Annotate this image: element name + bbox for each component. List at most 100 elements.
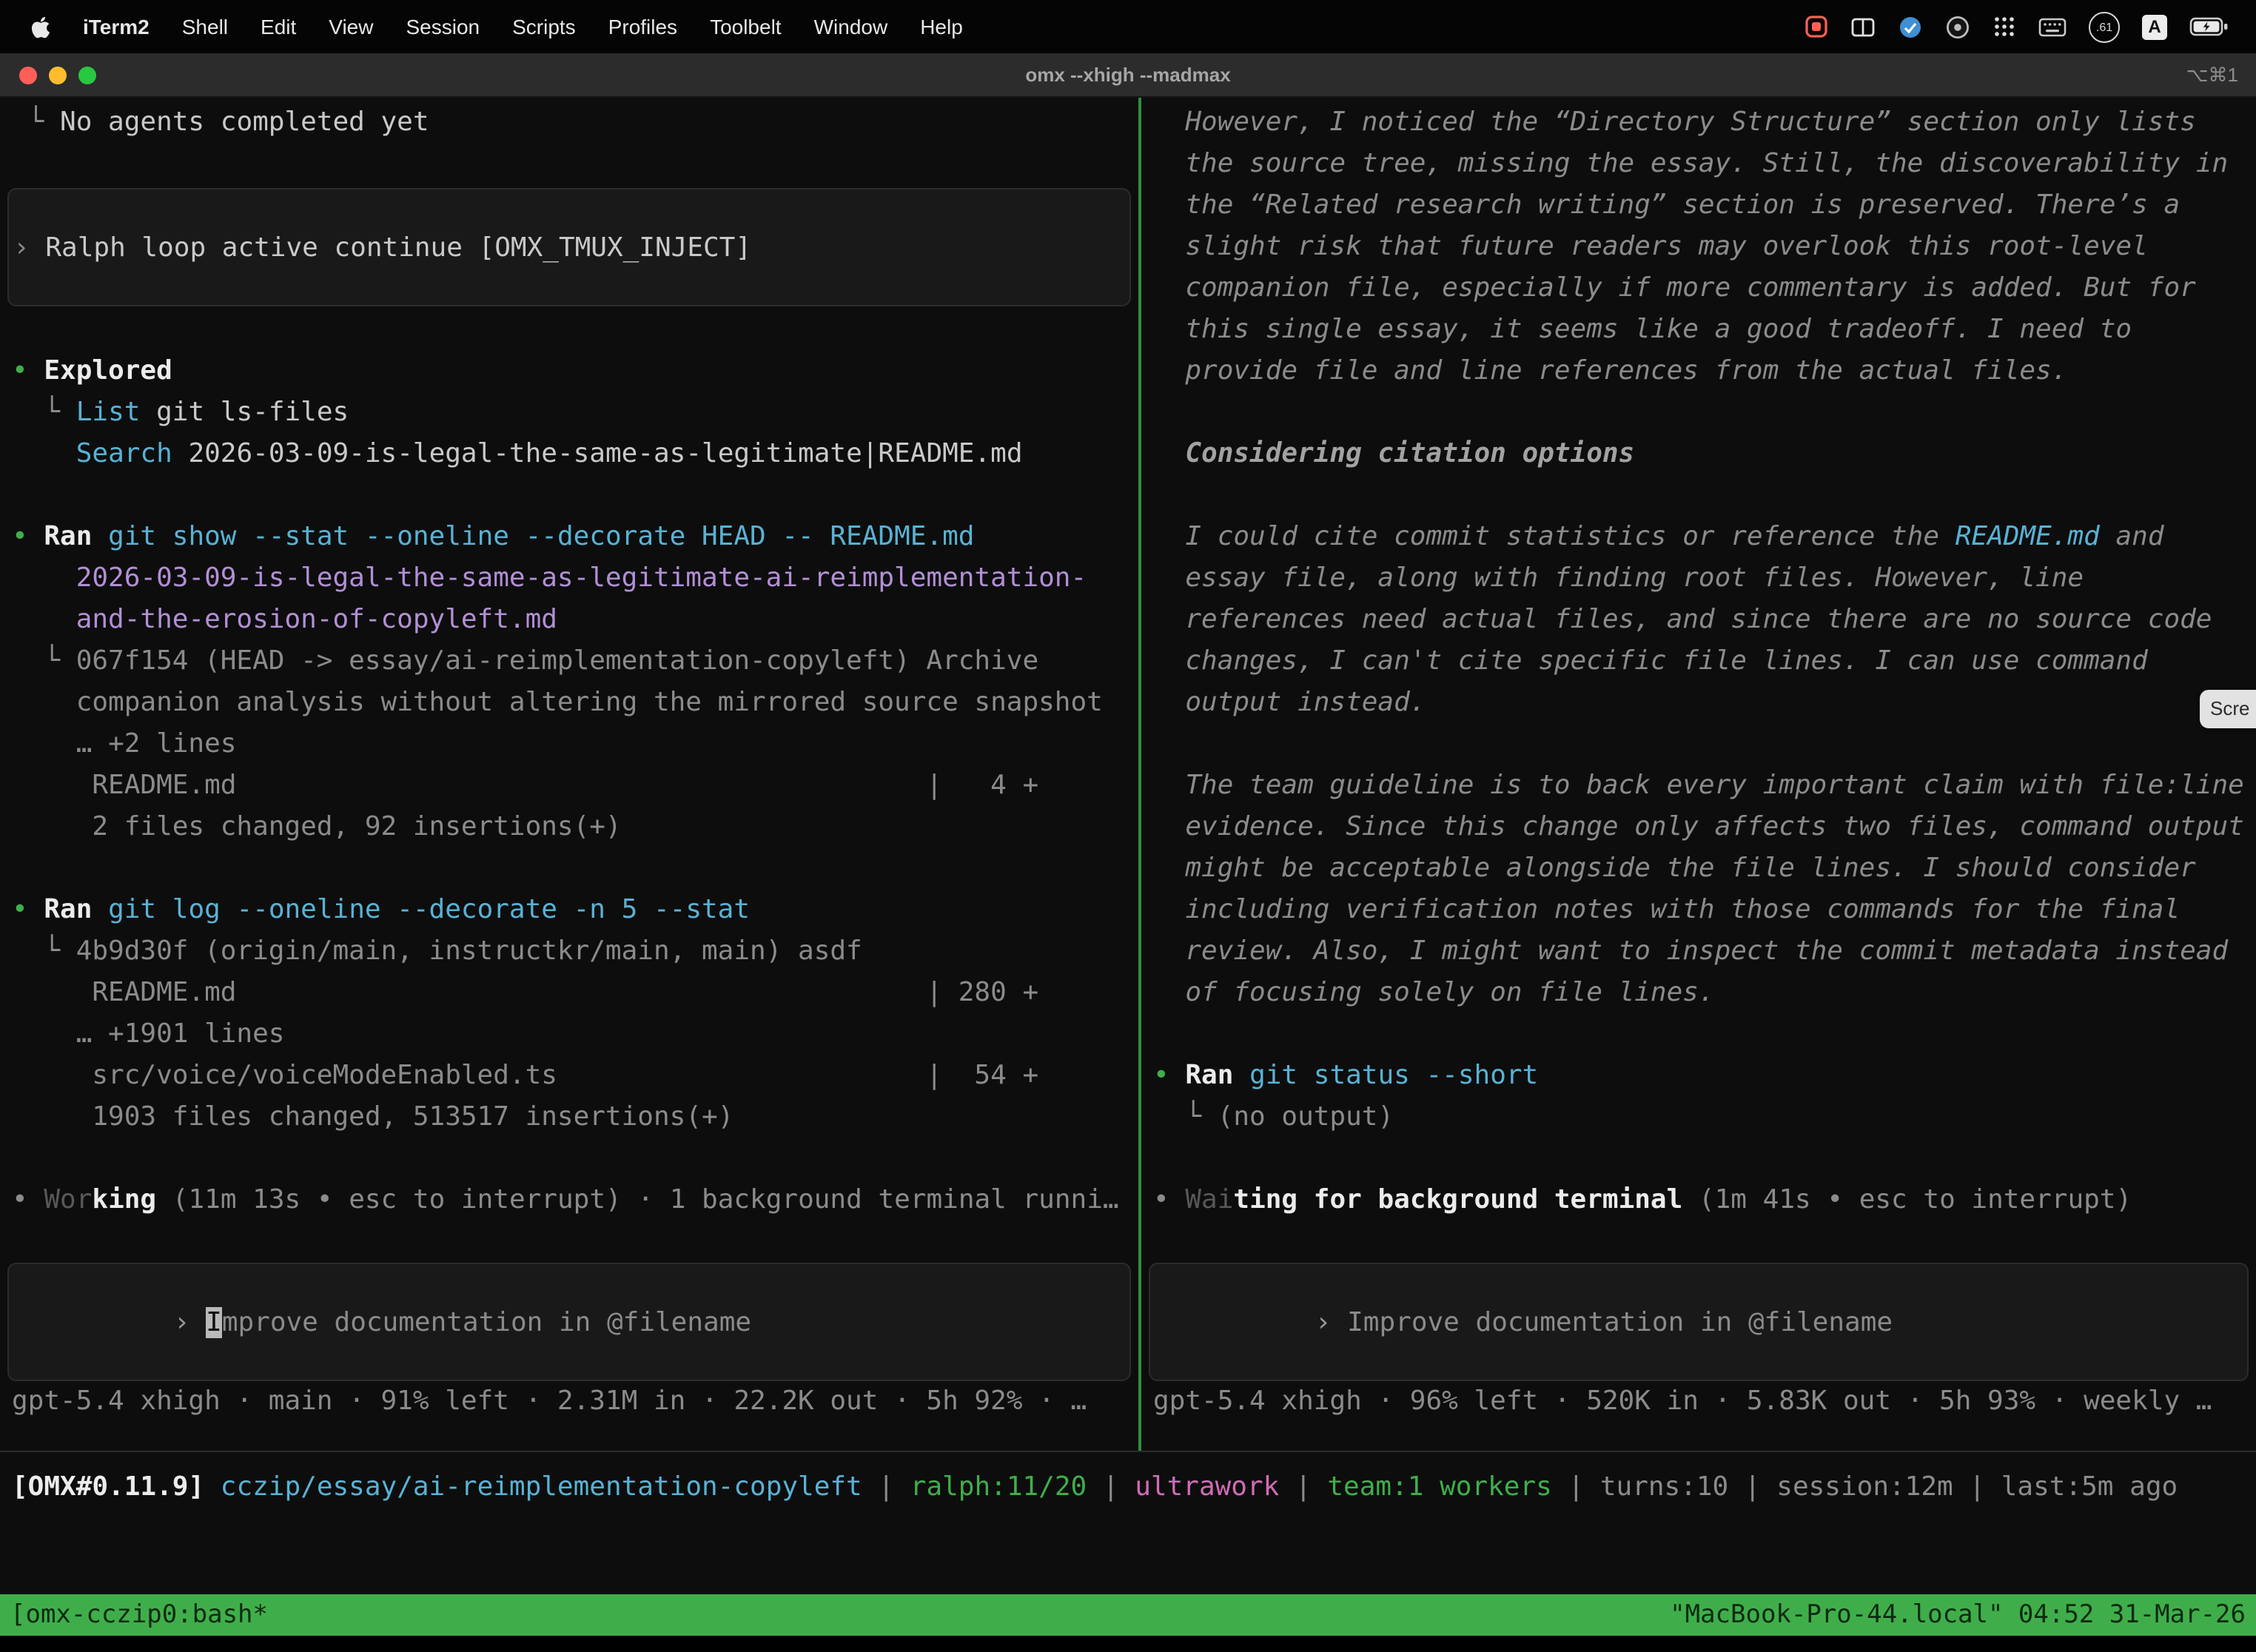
- terminal-text-segment: output instead.: [1153, 687, 1426, 718]
- terminal-text-segment: •: [1153, 1060, 1185, 1091]
- tmux-host-clock-label: "MacBook-Pro-44.local" 04:52 31-Mar-26: [1670, 1600, 2246, 1630]
- app-status-icon-blue[interactable]: [1898, 14, 1923, 39]
- terminal-text-segment: └ 4b9d30f (origin/main, instructkr/main,…: [12, 936, 862, 967]
- terminal-line: including verification notes with those …: [1141, 890, 2256, 931]
- terminal-text-segment: git show --stat --oneline --decorate HEA…: [92, 521, 974, 552]
- window-manager-icon[interactable]: [1850, 14, 1876, 39]
- menu-item-scripts[interactable]: Scripts: [496, 15, 592, 38]
- screen-sharing-pill[interactable]: Scre: [2200, 690, 2256, 728]
- terminal-text-segment: |: [1728, 1471, 1776, 1502]
- terminal-line-content: However, I noticed the “Directory Struct…: [1153, 107, 2196, 138]
- terminal-line-content: • Ran git show --stat --oneline --decora…: [12, 521, 974, 552]
- terminal-text-segment: •: [12, 1184, 44, 1215]
- minimize-window-button[interactable]: [49, 66, 67, 84]
- terminal-line: output instead.: [1141, 682, 2256, 724]
- terminal-text-segment: [204, 1471, 221, 1502]
- terminal-line-content: slight risk that future readers may over…: [1153, 231, 2148, 262]
- terminal-line-content: this single essay, it seems like a good …: [1153, 314, 2132, 345]
- terminal-line: [0, 309, 1138, 351]
- terminal-blank-area: [0, 1522, 2256, 1594]
- terminal-line: [1141, 1221, 2256, 1263]
- prompt-chevron: ›: [174, 1306, 206, 1337]
- omx-session-status-bar: [OMX#0.11.9] cczip/essay/ai-reimplementa…: [0, 1451, 2256, 1522]
- terminal-line: However, I noticed the “Directory Struct…: [1141, 102, 2256, 144]
- terminal-text-segment: including verification notes with those …: [1153, 894, 2180, 925]
- terminal-text-segment: Wor: [44, 1184, 92, 1215]
- left-terminal-pane[interactable]: └ No agents completed yet› Ralph loop ac…: [0, 98, 1138, 1451]
- terminal-text-segment: king: [92, 1184, 156, 1215]
- menu-item-view[interactable]: View: [312, 15, 389, 38]
- terminal-line-content: › Ralph loop active continue [OMX_TMUX_I…: [13, 232, 751, 263]
- apple-logo-icon: [30, 16, 52, 38]
- terminal-line-content: output instead.: [1153, 687, 1426, 718]
- app-grid-icon[interactable]: [1993, 15, 2016, 38]
- keyboard-status-icon[interactable]: [2038, 16, 2067, 38]
- menu-item-iterm2[interactable]: iTerm2: [67, 15, 166, 38]
- terminal-line: [0, 1138, 1138, 1180]
- terminal-text-segment: However, I noticed the “Directory Struct…: [1153, 107, 2196, 138]
- terminal-text-segment: might be acceptable alongside the file l…: [1153, 853, 2196, 884]
- terminal-text-segment: ultrawork: [1135, 1471, 1279, 1502]
- traffic-lights: [0, 66, 96, 84]
- terminal-line-content: provide file and line references from th…: [1153, 355, 2067, 386]
- terminal-text-segment: README.md: [1955, 521, 2100, 552]
- app-status-icon-dark[interactable]: [1945, 14, 1970, 39]
- terminal-text-segment: cczip/essay/ai-reimplementation-copyleft: [221, 1471, 862, 1502]
- zoom-window-button[interactable]: [78, 66, 96, 84]
- terminal-line: [0, 144, 1138, 185]
- battery-icon[interactable]: [2189, 16, 2229, 37]
- right-prompt-input[interactable]: › Improve documentation in @filename: [1149, 1263, 2249, 1381]
- terminal-line: • Waiting for background terminal (1m 41…: [1141, 1180, 2256, 1221]
- battery-gauge-icon[interactable]: .61: [2089, 11, 2120, 42]
- terminal-line-content: companion file, especially if more comme…: [1153, 272, 2196, 303]
- menu-left: iTerm2 Shell Edit View Session Scripts P…: [18, 15, 979, 38]
- terminal-text-segment: Ran: [1185, 1060, 1233, 1091]
- tmux-session-window-label: [omx-cczip0:bash*: [10, 1600, 268, 1630]
- menu-item-profiles[interactable]: Profiles: [592, 15, 694, 38]
- terminal-text-segment: |: [1552, 1471, 1600, 1502]
- menu-item-edit[interactable]: Edit: [244, 15, 312, 38]
- terminal-line: The team guideline is to back every impo…: [1141, 765, 2256, 807]
- menu-item-window[interactable]: Window: [798, 15, 904, 38]
- terminal-text-segment: provide file and line references from th…: [1153, 355, 2067, 386]
- menu-item-toolbelt[interactable]: Toolbelt: [694, 15, 798, 38]
- terminal-line: evidence. Since this change only affects…: [1141, 807, 2256, 848]
- terminal-line-content: companion analysis without altering the …: [12, 687, 1103, 718]
- terminal-line: essay file, along with finding root file…: [1141, 558, 2256, 600]
- terminal-text-segment: companion file, especially if more comme…: [1153, 272, 2196, 303]
- terminal-text-segment: git log --oneline --decorate -n 5 --stat: [92, 894, 750, 925]
- menu-item-session[interactable]: Session: [389, 15, 496, 38]
- right-terminal-pane[interactable]: However, I noticed the “Directory Struct…: [1141, 98, 2256, 1451]
- terminal-line-content: Search 2026-03-09-is-legal-the-same-as-l…: [12, 438, 1023, 469]
- menu-item-help[interactable]: Help: [904, 15, 979, 38]
- terminal-line: slight risk that future readers may over…: [1141, 226, 2256, 268]
- terminal-line-content: Considering citation options: [1153, 438, 1634, 469]
- terminal-text-segment: └: [12, 397, 76, 428]
- close-window-button[interactable]: [19, 66, 37, 84]
- terminal-text-segment: ting for background terminal: [1233, 1184, 1682, 1215]
- terminal-line: I could cite commit statistics or refere…: [1141, 517, 2256, 558]
- terminal-line-content: I could cite commit statistics or refere…: [1153, 521, 2164, 552]
- terminal-line: changes, I can't cite specific file line…: [1141, 641, 2256, 682]
- terminal-text-segment: the source tree, missing the essay. Stil…: [1153, 148, 2228, 179]
- terminal-text-segment: … +1901 lines: [12, 1018, 284, 1050]
- terminal-text-segment: 2 files changed, 92 insertions(+): [12, 811, 622, 842]
- terminal-line: [1141, 724, 2256, 765]
- window-title-bar[interactable]: omx --xhigh --madmax ⌥⌘1: [0, 53, 2256, 98]
- terminal-text-segment: of focusing solely on file lines.: [1153, 977, 1715, 1008]
- input-source-icon[interactable]: A: [2142, 14, 2167, 39]
- terminal-text-segment: |: [1953, 1471, 2001, 1502]
- terminal-line: • Working (11m 13s • esc to interrupt) ·…: [0, 1180, 1138, 1221]
- terminal-text-segment: session:12m: [1776, 1471, 1953, 1502]
- terminal-line-content: might be acceptable alongside the file l…: [1153, 853, 2196, 884]
- screen-recording-indicator-icon[interactable]: [1805, 15, 1828, 38]
- left-prompt-input[interactable]: › Improve documentation in @filename: [7, 1263, 1131, 1381]
- terminal-text-segment: Wai: [1185, 1184, 1233, 1215]
- terminal-line: [0, 475, 1138, 517]
- terminal-line-content: 1903 files changed, 513517 insertions(+): [12, 1101, 733, 1132]
- apple-menu[interactable]: [18, 16, 67, 38]
- terminal-text-segment: The team guideline is to back every impo…: [1153, 770, 2244, 801]
- terminal-text-segment: Ran: [44, 894, 92, 925]
- menu-item-shell[interactable]: Shell: [166, 15, 244, 38]
- terminal-line-content: the “Related research writing” section i…: [1153, 189, 2180, 221]
